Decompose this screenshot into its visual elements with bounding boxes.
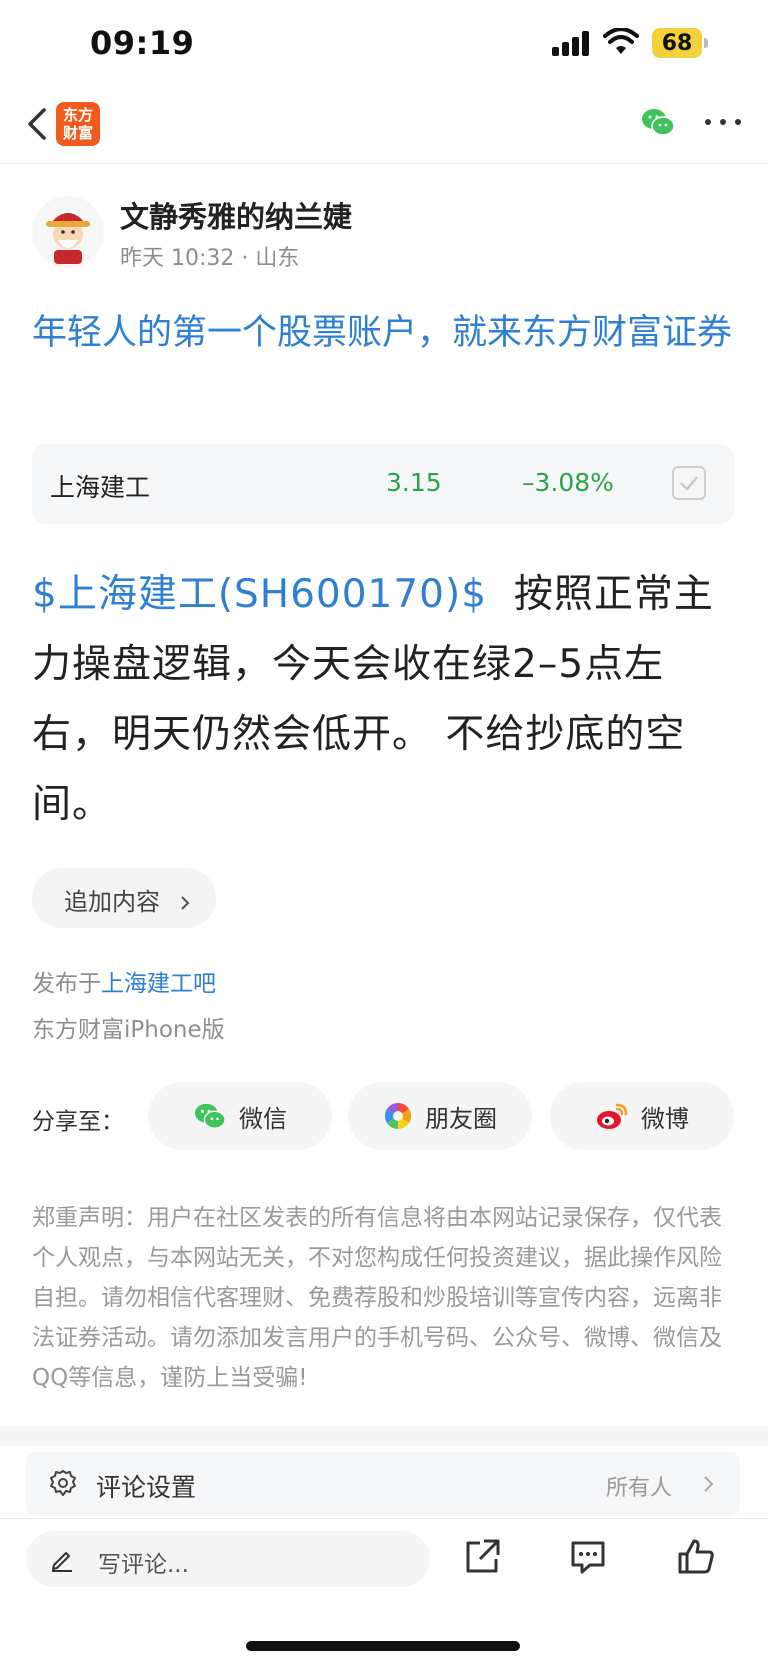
wechat-icon bbox=[195, 1103, 226, 1129]
post-body: $上海建工(SH600170)$ 按照正常主力操盘逻辑，今天会收在绿2–5点左右… bbox=[32, 560, 738, 840]
more-options-icon[interactable] bbox=[703, 116, 743, 128]
author-name[interactable]: 文静秀雅的纳兰婕 bbox=[120, 194, 352, 236]
forum-link[interactable]: 上海建工吧 bbox=[101, 971, 216, 997]
status-bar: 09:19 68 bbox=[0, 0, 768, 90]
stock-card[interactable]: 上海建工 3.15 –3.08% bbox=[32, 444, 734, 524]
gear-icon bbox=[50, 1470, 76, 1496]
battery-level: 68 bbox=[652, 28, 702, 58]
post-meta: 昨天 10:32 · 山东 bbox=[120, 246, 300, 271]
share-wechat-button[interactable]: 微信 bbox=[148, 1082, 332, 1150]
stock-price: 3.15 bbox=[386, 468, 442, 497]
battery-icon: 68 bbox=[652, 28, 708, 58]
section-divider bbox=[0, 1426, 768, 1446]
weibo-icon bbox=[597, 1103, 628, 1129]
disclaimer: 郑重声明：用户在社区发表的所有信息将由本网站记录保存，仅代表个人观点，与本网站无… bbox=[32, 1205, 722, 1391]
stock-tag-link[interactable]: $上海建工(SH600170)$ bbox=[32, 572, 487, 617]
chevron-right-icon bbox=[704, 1476, 714, 1492]
comment-icon[interactable] bbox=[568, 1537, 608, 1577]
share-label: 分享至： bbox=[32, 1109, 124, 1135]
pencil-icon bbox=[52, 1552, 72, 1572]
share-icon[interactable] bbox=[462, 1537, 502, 1577]
stock-name: 上海建工 bbox=[50, 473, 151, 502]
wifi-icon bbox=[603, 28, 639, 54]
watchlist-check-icon[interactable] bbox=[672, 466, 706, 500]
chevron-right-icon bbox=[180, 896, 190, 910]
post-title[interactable]: 年轻人的第一个股票账户，就来东方财富证券 bbox=[32, 306, 738, 360]
avatar[interactable] bbox=[32, 196, 104, 268]
share-moments-button[interactable]: 朋友圈 bbox=[348, 1082, 532, 1150]
comment-input[interactable]: 写评论... bbox=[26, 1531, 430, 1587]
comment-placeholder: 写评论... bbox=[98, 1552, 189, 1578]
home-indicator bbox=[246, 1641, 520, 1651]
published-in: 发布于上海建工吧 bbox=[32, 964, 216, 998]
stock-change: –3.08% bbox=[522, 468, 614, 497]
share-weibo-button[interactable]: 微博 bbox=[550, 1082, 734, 1150]
comment-settings-value: 所有人 bbox=[606, 1476, 673, 1501]
client-info: 东方财富iPhone版 bbox=[32, 1017, 225, 1043]
share-weibo-label: 微博 bbox=[641, 1104, 689, 1133]
wechat-share-icon[interactable] bbox=[640, 106, 676, 138]
share-wechat-label: 微信 bbox=[239, 1104, 287, 1133]
status-time: 09:19 bbox=[90, 24, 195, 62]
append-content-button[interactable]: 追加内容 bbox=[32, 868, 216, 928]
comment-settings-label: 评论设置 bbox=[96, 1473, 197, 1502]
comment-settings-row[interactable]: 评论设置 所有人 bbox=[26, 1452, 740, 1516]
append-content-label: 追加内容 bbox=[64, 888, 160, 916]
bottom-bar: 写评论... bbox=[0, 1518, 768, 1662]
moments-icon bbox=[384, 1102, 412, 1130]
app-logo[interactable]: 东方 财富 bbox=[56, 102, 100, 146]
share-moments-label: 朋友圈 bbox=[425, 1104, 497, 1133]
nav-bar: 东方 财富 bbox=[0, 90, 768, 164]
like-icon[interactable] bbox=[676, 1537, 716, 1577]
published-prefix: 发布于 bbox=[32, 971, 101, 997]
back-button[interactable] bbox=[20, 104, 60, 144]
cellular-signal-icon bbox=[552, 30, 592, 56]
